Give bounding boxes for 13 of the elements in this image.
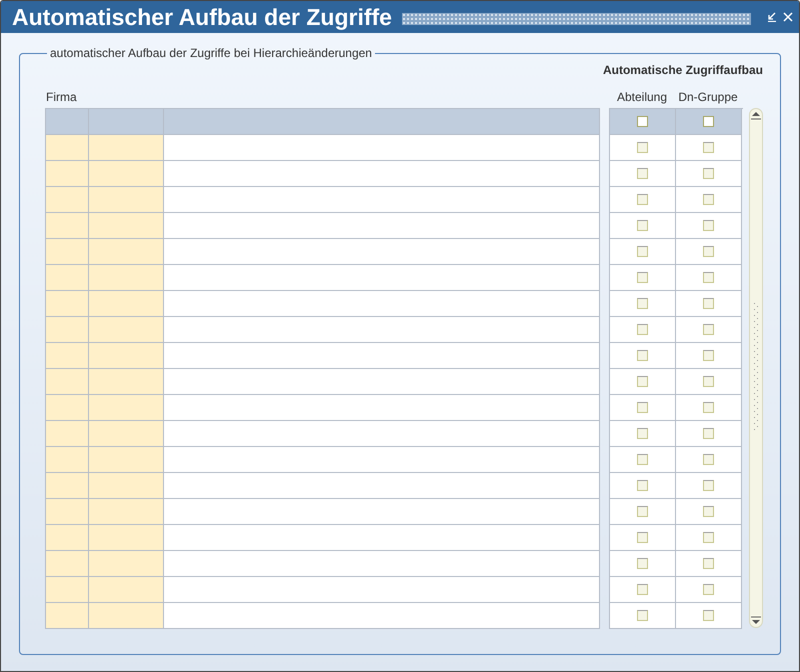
scroll-up-icon[interactable]: [750, 109, 762, 121]
column-label: Dn-Gruppe: [678, 90, 738, 106]
scrollbar[interactable]: [749, 108, 763, 628]
column-label: Firma: [45, 90, 77, 106]
checkbox[interactable]: [703, 116, 714, 127]
scroll-down-icon[interactable]: [750, 615, 762, 627]
section-heading: Automatische Zugriffaufbau: [602, 63, 763, 77]
close-icon[interactable]: [783, 12, 793, 22]
checkbox[interactable]: [637, 116, 648, 127]
minimize-icon[interactable]: [767, 12, 777, 22]
window-title: Automatischer Aufbau der Zugriffe: [12, 4, 392, 30]
column-label: Abteilung: [616, 90, 668, 106]
group-legend: automatischer Aufbau der Zugriffe bei Hierarchieänderungen: [47, 46, 375, 60]
